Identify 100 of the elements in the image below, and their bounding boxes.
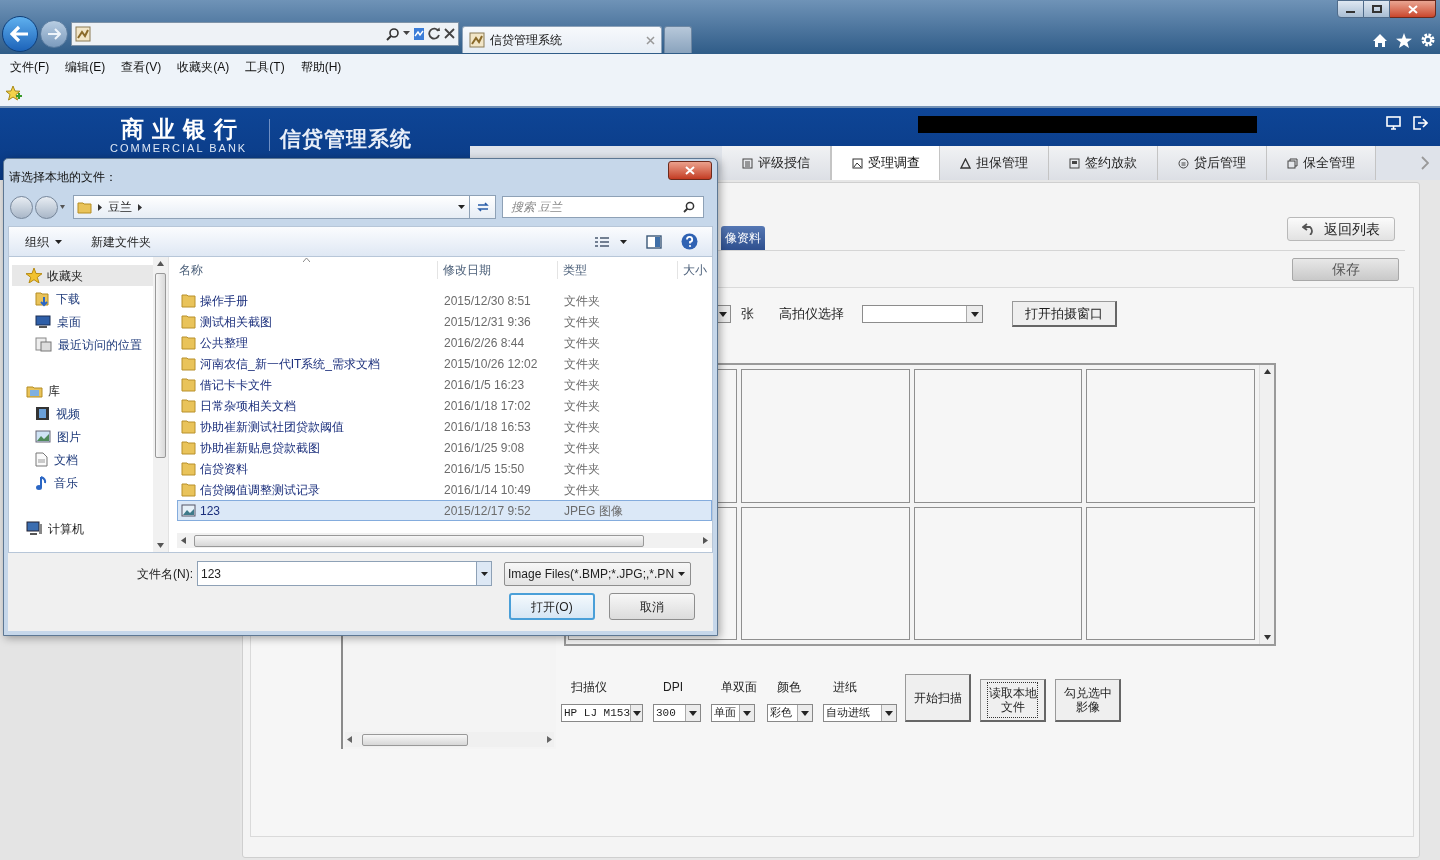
nav-item[interactable]: 文档	[12, 449, 153, 470]
scan-setting-dropdown[interactable]: 单面	[711, 704, 755, 722]
help-icon[interactable]	[681, 233, 698, 250]
dropdown-button[interactable]	[477, 561, 492, 586]
scroll-up-icon[interactable]	[1263, 369, 1271, 374]
file-row[interactable]: 借记卡卡文件 2016/1/5 16:23 文件夹	[177, 374, 712, 395]
view-options-icon[interactable]	[594, 235, 610, 248]
nav-item[interactable]: 图片	[12, 426, 153, 447]
nav-group[interactable]: 计算机	[12, 518, 153, 539]
file-type-dropdown[interactable]: Image Files(*.BMP;*.JPG;,*.PN	[504, 561, 691, 586]
menu-item[interactable]: 收藏夹(A)	[177, 58, 230, 76]
refresh-icon[interactable]	[428, 27, 441, 40]
scroll-down-icon[interactable]	[157, 543, 164, 548]
minimize-button[interactable]	[1337, 0, 1364, 18]
address-field[interactable]	[71, 21, 459, 46]
menu-item[interactable]: 查看(V)	[121, 58, 162, 76]
breadcrumb-item[interactable]: 豆兰	[108, 198, 132, 216]
image-slot[interactable]	[740, 506, 910, 640]
horizontal-scrollbar[interactable]	[177, 533, 712, 548]
image-slot[interactable]	[1086, 369, 1255, 503]
file-row[interactable]: 协助崔新测试社团贷款阈值 2016/1/18 16:53 文件夹	[177, 416, 712, 437]
back-to-list-button[interactable]: 返回列表	[1287, 217, 1395, 241]
refresh-button[interactable]	[470, 195, 496, 219]
chevron-right-icon[interactable]	[98, 203, 102, 211]
vertical-scrollbar[interactable]	[1259, 365, 1274, 644]
scroll-right-icon[interactable]	[703, 537, 708, 544]
scan-action-button[interactable]: 开始扫描	[905, 674, 971, 722]
caret-icon[interactable]	[458, 205, 465, 209]
nav-tab[interactable]: 评级授信	[722, 146, 831, 180]
open-button[interactable]: 打开(O)	[509, 593, 595, 620]
logout-icon[interactable]	[1413, 116, 1428, 130]
favorites-star-icon[interactable]	[5, 85, 23, 101]
caret-icon[interactable]	[403, 31, 410, 36]
column-header[interactable]: 名称	[179, 261, 203, 279]
scan-setting-dropdown[interactable]: 彩色	[767, 704, 813, 722]
chevron-right-icon[interactable]	[138, 203, 142, 211]
forward-button[interactable]	[40, 19, 68, 48]
scroll-down-icon[interactable]	[1263, 635, 1271, 640]
filename-field[interactable]: 123	[197, 561, 477, 586]
horizontal-scrollbar[interactable]	[345, 732, 554, 747]
file-row[interactable]: 协助崔新贴息贷款截图 2016/1/25 9:08 文件夹	[177, 437, 712, 458]
caret-icon[interactable]	[620, 239, 627, 244]
scan-action-button[interactable]: 读取本地文件	[980, 679, 1046, 722]
menu-item[interactable]: 文件(F)	[10, 58, 50, 76]
nav-tab[interactable]: 受理调查	[831, 146, 940, 180]
nav-item[interactable]: 视频	[12, 403, 153, 424]
file-row[interactable]: 河南农信_新一代IT系统_需求文档 2015/10/26 12:02 文件夹	[177, 353, 712, 374]
image-slot[interactable]	[1086, 506, 1255, 640]
scan-action-button[interactable]: 勾兑选中影像	[1055, 679, 1121, 722]
preview-pane-icon[interactable]	[646, 234, 662, 249]
nav-group[interactable]: 库	[12, 380, 153, 401]
nav-tab[interactable]: 担保管理	[940, 146, 1049, 180]
vertical-scrollbar[interactable]	[153, 257, 168, 552]
compatibility-icon[interactable]	[413, 26, 425, 41]
back-button[interactable]	[2, 15, 38, 52]
file-row[interactable]: 操作手册 2015/12/30 8:51 文件夹	[177, 290, 712, 311]
cancel-button[interactable]: 取消	[609, 593, 695, 620]
nav-tab[interactable]: 贷后管理	[1158, 146, 1267, 180]
nav-item[interactable]: 音乐	[12, 472, 153, 493]
scroll-right-icon[interactable]	[547, 736, 552, 743]
menu-item[interactable]: 帮助(H)	[300, 58, 342, 76]
settings-icon[interactable]	[1420, 32, 1436, 48]
column-header[interactable]: 类型	[563, 261, 587, 279]
nav-tab[interactable]: 签约放款	[1049, 146, 1158, 180]
scroll-left-icon[interactable]	[181, 537, 186, 544]
menu-item[interactable]: 工具(T)	[245, 58, 285, 76]
close-button[interactable]	[668, 161, 712, 180]
file-row[interactable]: 信贷阈值调整测试记录 2016/1/14 10:49 文件夹	[177, 479, 712, 500]
browser-tab[interactable]: 信贷管理系统	[462, 26, 662, 53]
nav-group[interactable]: 收藏夹	[12, 265, 153, 286]
scroll-left-icon[interactable]	[347, 736, 352, 743]
open-camera-window-button[interactable]: 打开拍摄窗口	[1012, 301, 1117, 327]
star-icon[interactable]	[1396, 32, 1412, 48]
menu-item[interactable]: 编辑(E)	[65, 58, 106, 76]
maximize-button[interactable]	[1364, 0, 1390, 18]
image-slot[interactable]	[913, 506, 1083, 640]
column-header[interactable]: 修改日期	[443, 261, 491, 279]
nav-item[interactable]: 桌面	[12, 311, 153, 332]
new-folder-button[interactable]: 新建文件夹	[91, 232, 151, 251]
file-row[interactable]: 日常杂项相关文档 2016/1/18 17:02 文件夹	[177, 395, 712, 416]
image-slot[interactable]	[740, 369, 910, 503]
image-slot[interactable]	[913, 369, 1083, 503]
scroll-up-icon[interactable]	[157, 261, 164, 266]
scan-setting-dropdown[interactable]: HP LJ M153	[561, 704, 643, 722]
search-field[interactable]: 搜索 豆兰	[502, 196, 704, 218]
scan-setting-dropdown[interactable]: 自动进纸	[823, 704, 897, 722]
file-row[interactable]: 123 2015/12/17 9:52 JPEG 图像	[177, 500, 712, 521]
organize-menu[interactable]: 组织	[25, 232, 62, 251]
monitor-icon[interactable]	[1386, 116, 1401, 130]
home-icon[interactable]	[1372, 32, 1388, 48]
nav-item[interactable]: 最近访问的位置	[12, 334, 153, 355]
nav-item[interactable]: 下载	[12, 288, 153, 309]
file-row[interactable]: 测试相关截图 2015/12/31 9:36 文件夹	[177, 311, 712, 332]
close-button[interactable]	[1390, 0, 1436, 18]
camera-dropdown[interactable]	[862, 305, 983, 323]
save-button[interactable]: 保存	[1292, 257, 1399, 281]
file-row[interactable]: 公共整理 2016/2/26 8:44 文件夹	[177, 332, 712, 353]
nav-tab[interactable]: 保全管理	[1267, 146, 1376, 180]
search-icon[interactable]	[386, 26, 400, 41]
close-icon[interactable]	[444, 28, 455, 39]
